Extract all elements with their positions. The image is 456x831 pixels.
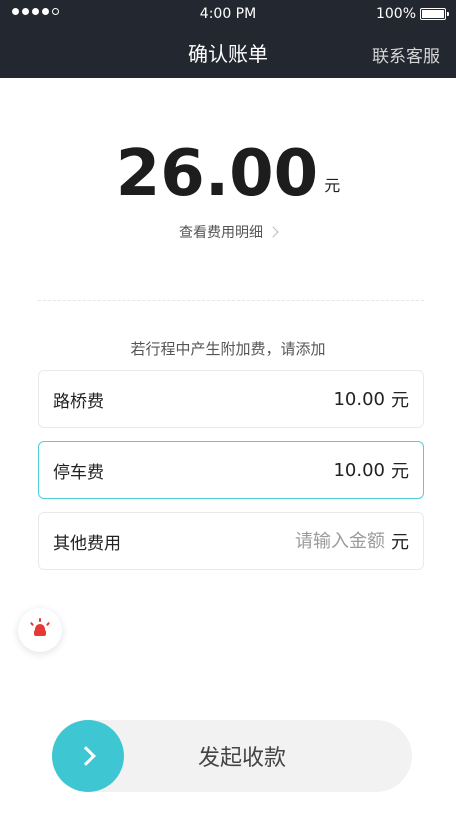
amount-unit: 元 [324,176,341,195]
dashed-divider [38,300,424,301]
sos-button[interactable] [18,608,62,652]
confirm-bill-screen: 4:00 PM 100% 确认账单 联系客服 26.00 元 查看费用明细 若行… [0,0,456,831]
slide-knob[interactable] [52,720,124,792]
other-fee-input[interactable] [265,527,385,555]
siren-icon [28,618,52,642]
fee-value[interactable]: 10.00 [333,389,385,410]
extra-fee-tip: 若行程中产生附加费，请添加 [130,340,326,358]
fee-label: 停车费 [53,462,104,483]
status-bar: 4:00 PM 100% [0,0,456,28]
fee-unit: 元 [391,390,409,411]
fee-label: 路桥费 [53,391,104,412]
contact-support-button[interactable]: 联系客服 [372,42,440,67]
chevron-right-icon [267,226,279,238]
amount-value: 26.00 [115,137,319,211]
fee-label: 其他费用 [53,533,121,554]
view-details-link[interactable]: 查看费用明细 [0,222,456,242]
total-amount: 26.00 元 [0,142,456,206]
fee-row-toll[interactable]: 路桥费 10.00 元 [38,370,424,428]
fee-value[interactable]: 10.00 [333,460,385,481]
fee-unit: 元 [391,532,409,553]
arrow-right-icon [76,746,96,766]
battery-indicator: 100% [375,6,449,22]
battery-icon [420,8,449,20]
fee-row-other[interactable]: 其他费用 元 [38,512,424,570]
top-bar: 4:00 PM 100% 确认账单 联系客服 [0,0,456,78]
view-details-label: 查看费用明细 [179,225,263,241]
fee-unit: 元 [391,461,409,482]
battery-percent: 100% [375,6,416,22]
fee-row-parking[interactable]: 停车费 10.00 元 [38,441,424,499]
slide-to-collect[interactable]: 发起收款 [52,720,412,792]
